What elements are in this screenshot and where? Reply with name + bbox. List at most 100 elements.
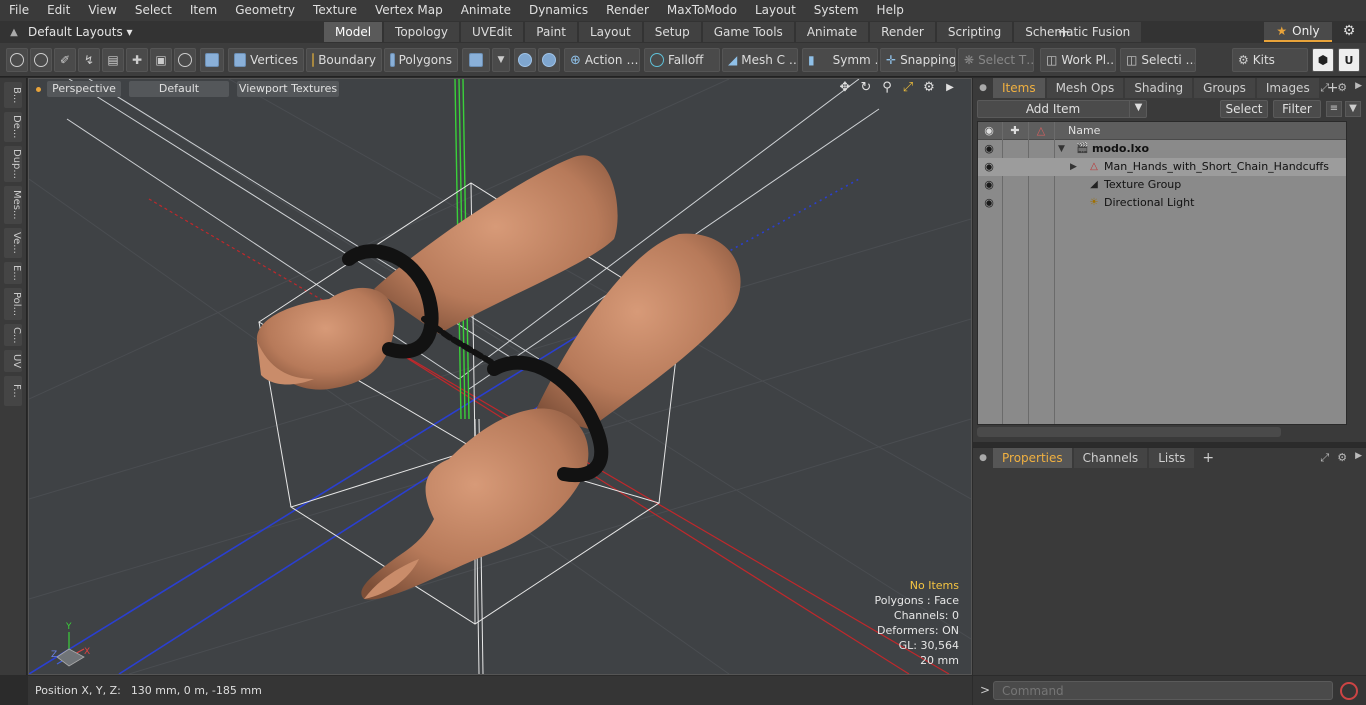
- kits-button[interactable]: ⚙ Kits: [1232, 48, 1308, 72]
- expand-icon[interactable]: ⤢: [1320, 81, 1329, 95]
- rotate-view-icon[interactable]: ↻: [859, 81, 873, 95]
- tab-mesh-ops[interactable]: Mesh Ops: [1046, 78, 1124, 98]
- only-toggle[interactable]: ★ Only: [1264, 22, 1332, 42]
- symmetry-a-button[interactable]: [514, 48, 536, 72]
- tab-shading[interactable]: Shading: [1125, 78, 1193, 98]
- center-button[interactable]: ✚: [126, 48, 148, 72]
- work-plane-button[interactable]: ◫ Work Pl…: [1040, 48, 1116, 72]
- menu-dynamics[interactable]: Dynamics: [520, 0, 597, 21]
- menu-geometry[interactable]: Geometry: [226, 0, 304, 21]
- menu-animate[interactable]: Animate: [452, 0, 520, 21]
- tab-layout[interactable]: Layout: [578, 22, 642, 42]
- menu-render[interactable]: Render: [597, 0, 658, 21]
- menu-view[interactable]: View: [79, 0, 125, 21]
- symmetry-button[interactable]: ▮ Symm …: [802, 48, 878, 72]
- filter-button[interactable]: Filter: [1273, 100, 1321, 118]
- viewport-menu-arrow-icon[interactable]: ▶: [943, 81, 957, 95]
- symmetry-b-button[interactable]: [538, 48, 560, 72]
- pen-button[interactable]: ✐: [54, 48, 76, 72]
- strip-tab-uv[interactable]: UV: [4, 350, 22, 372]
- eye-icon[interactable]: ◉: [982, 142, 996, 156]
- tab-model[interactable]: Model: [324, 22, 383, 42]
- menu-edit[interactable]: Edit: [38, 0, 79, 21]
- 3d-viewport[interactable]: Y X Z Perspective Default Viewport Textu…: [28, 78, 972, 675]
- strip-tab-polygon[interactable]: Pol...: [4, 288, 22, 320]
- tab-render[interactable]: Render: [870, 22, 935, 42]
- strip-tab-edge[interactable]: E...: [4, 262, 22, 284]
- tab-game-tools[interactable]: Game Tools: [702, 22, 794, 42]
- material-dropdown[interactable]: ▼: [492, 48, 510, 72]
- viewport-scene[interactable]: Y X Z: [29, 79, 971, 674]
- tab-setup[interactable]: Setup: [643, 22, 701, 42]
- menu-maxtomodo[interactable]: MaxToModo: [658, 0, 746, 21]
- tab-uvedit[interactable]: UVEdit: [461, 22, 524, 42]
- funnel-icon[interactable]: ▼: [1345, 101, 1361, 117]
- mesh-constraint-button[interactable]: ◢ Mesh C …: [722, 48, 798, 72]
- tree-row-mesh[interactable]: ◉ ▶ △ Man_Hands_with_Short_Chain_Handcuf…: [978, 158, 1346, 176]
- tree-horizontal-scrollbar[interactable]: [977, 427, 1281, 437]
- expand-triangle-icon[interactable]: ▶: [1070, 158, 1077, 176]
- strip-tab-basic[interactable]: B...: [4, 82, 22, 108]
- selection-sets-button[interactable]: ◫ Selecti …: [1120, 48, 1196, 72]
- tab-schematic-fusion[interactable]: Schematic Fusion: [1014, 22, 1142, 42]
- name-column-header[interactable]: Name: [1068, 122, 1100, 140]
- menu-help[interactable]: Help: [868, 0, 913, 21]
- tree-row-texture-group[interactable]: ◉ ◢ Texture Group: [978, 176, 1346, 194]
- tab-lists[interactable]: Lists: [1149, 448, 1195, 468]
- menu-select[interactable]: Select: [126, 0, 181, 21]
- view-type-button[interactable]: Perspective: [47, 81, 121, 97]
- material-button[interactable]: [462, 48, 490, 72]
- add-item-dropdown-icon[interactable]: ▼: [1129, 100, 1147, 118]
- eye-icon[interactable]: ◉: [982, 160, 996, 174]
- add-tab-icon[interactable]: +: [1057, 22, 1071, 42]
- tree-row-scene[interactable]: ◉ ▼ 🎬 modo.lxo: [978, 140, 1346, 158]
- rotate-button[interactable]: [174, 48, 196, 72]
- shading-button[interactable]: Default: [129, 81, 229, 97]
- record-icon[interactable]: [1340, 682, 1358, 700]
- panel-arrow-icon[interactable]: ▶: [1355, 451, 1362, 465]
- select-button[interactable]: Select: [1220, 100, 1268, 118]
- polygons-button[interactable]: Polygons: [384, 48, 458, 72]
- menu-texture[interactable]: Texture: [304, 0, 366, 21]
- menu-vertex-map[interactable]: Vertex Map: [366, 0, 452, 21]
- menu-system[interactable]: System: [805, 0, 868, 21]
- action-button[interactable]: ⊕ Action…: [564, 48, 640, 72]
- tree-row-light[interactable]: ◉ ☀ Directional Light: [978, 194, 1346, 212]
- unity-button[interactable]: ⬢: [1312, 48, 1334, 72]
- tab-items[interactable]: Items: [993, 78, 1045, 98]
- add-panel-tab-icon[interactable]: +: [1196, 450, 1220, 466]
- zoom-icon[interactable]: ⚲: [880, 81, 894, 95]
- tab-scripting[interactable]: Scripting: [936, 22, 1013, 42]
- tab-groups[interactable]: Groups: [1194, 78, 1255, 98]
- tab-animate[interactable]: Animate: [795, 22, 869, 42]
- fit-view-icon[interactable]: ⤢: [901, 81, 915, 95]
- viewport-settings-icon[interactable]: ⚙: [922, 81, 936, 95]
- collapse-arrow-icon[interactable]: ▲: [0, 27, 28, 38]
- add-item-button[interactable]: Add Item: [977, 100, 1147, 118]
- strip-tab-mesh-edit[interactable]: Mes...: [4, 186, 22, 224]
- brush-button[interactable]: ↯: [78, 48, 100, 72]
- strip-tab-fusion[interactable]: F...: [4, 376, 22, 406]
- strip-tab-deform[interactable]: De...: [4, 112, 22, 142]
- strip-tab-curve[interactable]: C...: [4, 324, 22, 346]
- visibility-header-icon[interactable]: ◉: [982, 124, 996, 138]
- boundary-button[interactable]: Boundary: [306, 48, 382, 72]
- tab-paint[interactable]: Paint: [525, 22, 577, 42]
- tab-channels[interactable]: Channels: [1073, 448, 1148, 468]
- align-button[interactable]: ▤: [102, 48, 124, 72]
- item-mode-button[interactable]: [200, 48, 224, 72]
- panel-gear-icon[interactable]: ⚙: [1337, 81, 1347, 95]
- tab-topology[interactable]: Topology: [384, 22, 460, 42]
- command-input[interactable]: [993, 681, 1333, 700]
- menu-layout[interactable]: Layout: [746, 0, 805, 21]
- strip-tab-vertex[interactable]: Ve...: [4, 228, 22, 258]
- unreal-button[interactable]: U: [1338, 48, 1360, 72]
- tab-images[interactable]: Images: [1256, 78, 1319, 98]
- gear-icon[interactable]: ⚙: [1340, 23, 1358, 41]
- falloff-button[interactable]: Falloff: [644, 48, 720, 72]
- snapping-button[interactable]: ✛ Snapping: [880, 48, 956, 72]
- panel-arrow-icon[interactable]: ▶: [1355, 81, 1362, 95]
- expand-triangle-icon[interactable]: ▼: [1058, 140, 1065, 158]
- select-circle-button[interactable]: [6, 48, 28, 72]
- strip-tab-duplicate[interactable]: Dup...: [4, 146, 22, 182]
